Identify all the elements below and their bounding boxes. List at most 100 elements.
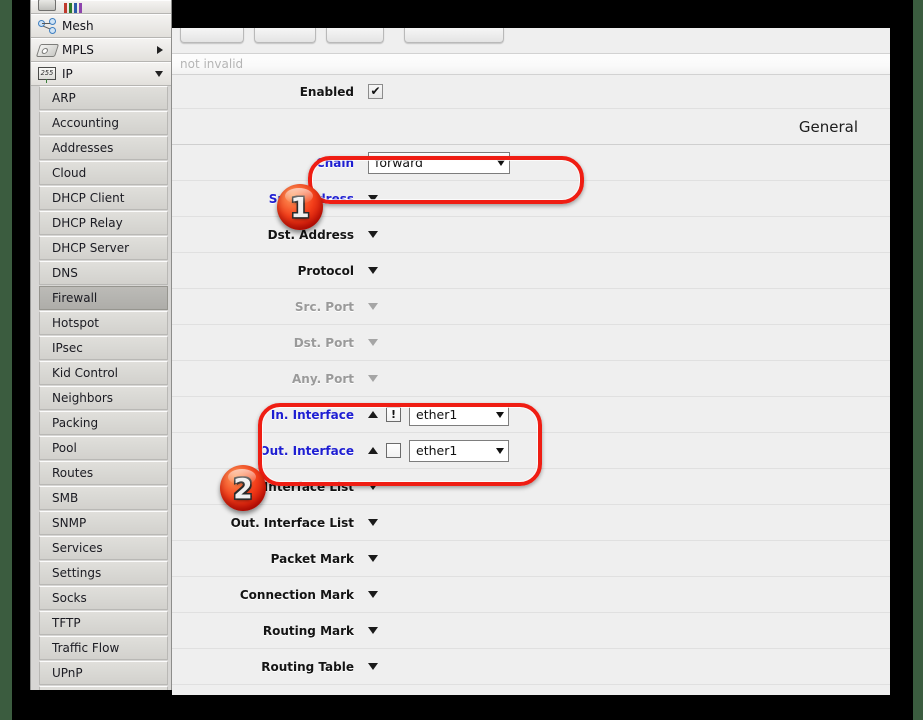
sidebar-subitem-snmp[interactable]: SNMP [39, 511, 168, 535]
sidebar-subitem-label: Hotspot [52, 316, 99, 330]
sidebar-subitem-traffic-flow[interactable]: Traffic Flow [39, 636, 168, 660]
sidebar-subitem-packing[interactable]: Packing [39, 411, 168, 435]
expander-chevron-down-icon[interactable] [368, 591, 378, 598]
field-control-src-port [368, 303, 378, 310]
sidebar-subitem-pool[interactable]: Pool [39, 436, 168, 460]
field-control-out-interface: ether1 [368, 439, 509, 462]
expander-chevron-down-icon[interactable] [368, 627, 378, 634]
enabled-checkbox[interactable]: ✔ [368, 84, 383, 99]
field-control-in-interface-list [368, 483, 378, 490]
sidebar-item-label: MPLS [62, 43, 94, 57]
field-control-chain: forward [368, 151, 510, 174]
field-control-protocol [368, 267, 378, 274]
expander-chevron-down-icon[interactable] [368, 555, 378, 562]
sidebar-subitem-label: Settings [52, 566, 102, 580]
expander-chevron-down-icon[interactable] [368, 231, 378, 238]
expander-chevron-down-icon[interactable] [368, 483, 378, 490]
winbox-sidebar-menu[interactable]: Mesh MPLS 255 IP ARP Accounting Addresses C… [30, 0, 172, 690]
expander-chevron-down-icon[interactable] [368, 303, 378, 310]
sidebar-subitem-settings[interactable]: Settings [39, 561, 168, 585]
sidebar-subitem-neighbors[interactable]: Neighbors [39, 386, 168, 410]
sidebar-subitem-label: DHCP Server [52, 241, 130, 255]
sidebar-subitem-ipsec[interactable]: IPsec [39, 336, 168, 360]
sidebar-subitem-label: SMB [52, 491, 79, 505]
dialog-toolbar[interactable] [172, 28, 890, 44]
sidebar-subitem-upnp[interactable]: UPnP [39, 661, 168, 685]
sidebar-subitem-services[interactable]: Services [39, 536, 168, 560]
field-row-out-interface: Out. Interface ether1 [172, 433, 890, 469]
sidebar-subitem-label: ARP [52, 91, 76, 105]
sidebar-subitem-socks[interactable]: Socks [39, 586, 168, 610]
sidebar-subitem-dns[interactable]: DNS [39, 261, 168, 285]
mpls-icon [35, 42, 60, 58]
sidebar-subitem-dhcp-client[interactable]: DHCP Client [39, 186, 168, 210]
field-row-packet-mark: Packet Mark [172, 541, 890, 577]
sidebar-subitem-label: TFTP [52, 616, 81, 630]
field-row-any-port: Any. Port [172, 361, 890, 397]
toolbar-button-cancel[interactable] [254, 28, 316, 43]
firewall-rule-dialog: not invalid Enabled ✔ General Chain forwa… [172, 28, 890, 695]
select-value: forward [375, 155, 423, 170]
field-label-dst-port: Dst. Port [293, 335, 354, 350]
field-label-routing-mark: Routing Mark [262, 623, 354, 638]
sidebar-subitem-kid-control[interactable]: Kid Control [39, 361, 168, 385]
field-control-in-interface: ! ether1 [368, 403, 509, 426]
sidebar-item-ip[interactable]: 255 IP [31, 62, 171, 86]
ip-submenu[interactable]: ARP Accounting Addresses Cloud DHCP Client DH… [31, 86, 171, 690]
sidebar-subitem-accounting[interactable]: Accounting [39, 111, 168, 135]
negate-checkbox-in-interface[interactable]: ! [386, 407, 401, 422]
field-control-out-interface-list [368, 519, 378, 526]
field-row-out-interface-list: Out. Interface List [172, 505, 890, 541]
field-label-dst-address: Dst. Address [267, 227, 354, 242]
toolbar-button-extra[interactable] [404, 28, 504, 43]
sidebar-subitem-web-proxy[interactable]: Web Proxy [39, 686, 168, 690]
expander-chevron-down-icon[interactable] [368, 663, 378, 670]
sidebar-subitem-routes[interactable]: Routes [39, 461, 168, 485]
field-row-chain: Chain forward [172, 145, 890, 181]
sidebar-subitem-arp[interactable]: ARP [39, 86, 168, 110]
sidebar-subitem-dhcp-relay[interactable]: DHCP Relay [39, 211, 168, 235]
field-control-dst-port [368, 339, 378, 346]
chevron-down-icon [496, 447, 504, 454]
sidebar-subitem-firewall[interactable]: Firewall [39, 286, 168, 310]
expander-chevron-up-icon[interactable] [368, 447, 378, 454]
sidebar-subitem-dhcp-server[interactable]: DHCP Server [39, 236, 168, 260]
sidebar-subitem-cloud[interactable]: Cloud [39, 161, 168, 185]
toolbar-button-apply[interactable] [326, 28, 384, 43]
field-label-chain: Chain [315, 155, 354, 170]
field-row-src-port: Src. Port [172, 289, 890, 325]
select-out-interface[interactable]: ether1 [409, 439, 509, 462]
expander-chevron-up-icon[interactable] [368, 411, 378, 418]
field-row-routing-mark: Routing Mark [172, 613, 890, 649]
sidebar-item-mesh[interactable]: Mesh [31, 14, 171, 38]
expander-chevron-down-icon[interactable] [368, 195, 378, 202]
sidebar-subitem-addresses[interactable]: Addresses [39, 136, 168, 160]
expander-chevron-down-icon[interactable] [368, 375, 378, 382]
select-chain[interactable]: forward [368, 151, 510, 174]
field-control-dst-address [368, 231, 378, 238]
mesh-icon [37, 18, 57, 34]
field-label-routing-table: Routing Table [261, 659, 354, 674]
check-icon: ✔ [370, 83, 381, 98]
sidebar-item-ppp[interactable] [31, 0, 171, 14]
ppp-icon [37, 0, 57, 13]
toolbar-button-ok[interactable] [180, 28, 244, 43]
field-row-connection-mark: Connection Mark [172, 577, 890, 613]
field-control-any-port [368, 375, 378, 382]
window-frame-left [0, 0, 12, 720]
sidebar-subitem-label: UPnP [52, 666, 83, 680]
expander-chevron-down-icon[interactable] [368, 267, 378, 274]
sidebar-item-mpls[interactable]: MPLS [31, 38, 171, 62]
field-control-packet-mark [368, 555, 378, 562]
expander-chevron-down-icon[interactable] [368, 339, 378, 346]
field-control-connection-mark [368, 591, 378, 598]
expander-chevron-down-icon[interactable] [368, 519, 378, 526]
select-in-interface[interactable]: ether1 [409, 403, 509, 426]
sidebar-subitem-hotspot[interactable]: Hotspot [39, 311, 168, 335]
status-field[interactable]: not invalid [172, 53, 890, 75]
sidebar-subitem-tftp[interactable]: TFTP [39, 611, 168, 635]
negate-checkbox-out-interface[interactable] [386, 443, 401, 458]
sidebar-subitem-smb[interactable]: SMB [39, 486, 168, 510]
sidebar-subitem-label: Firewall [52, 291, 98, 305]
field-control-routing-table [368, 663, 378, 670]
